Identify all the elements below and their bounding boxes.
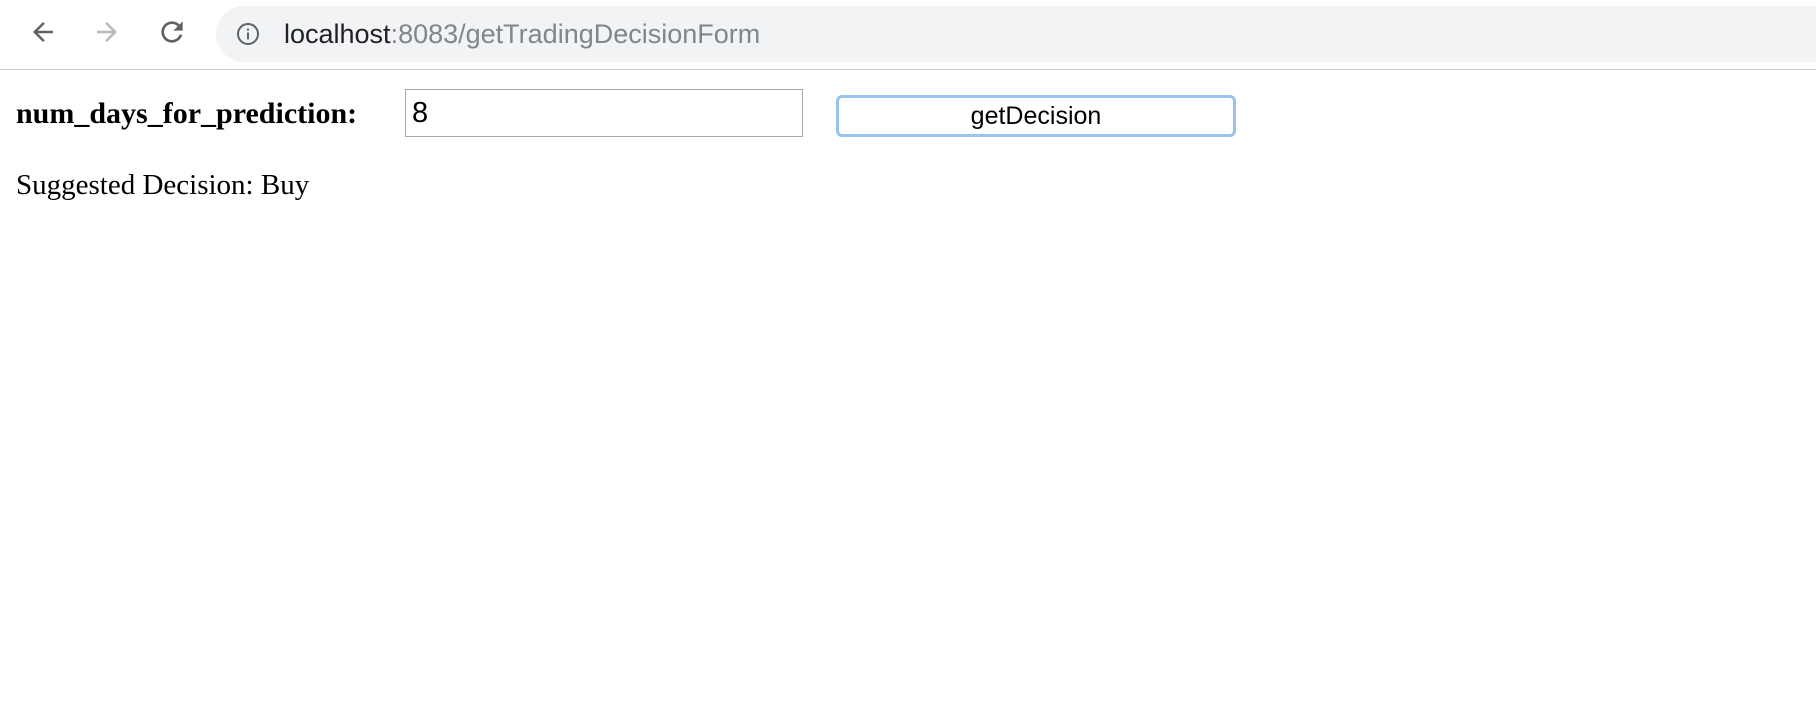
num-days-label: num_days_for_prediction: bbox=[16, 97, 358, 130]
url-path: :8083/getTradingDecisionForm bbox=[390, 19, 761, 49]
reload-icon bbox=[156, 16, 188, 48]
address-bar[interactable]: localhost:8083/getTradingDecisionForm bbox=[216, 6, 1816, 62]
page-content: num_days_for_prediction: getDecision Sug… bbox=[0, 71, 1816, 716]
info-icon[interactable] bbox=[236, 22, 260, 46]
url-host: localhost bbox=[284, 19, 391, 49]
back-button[interactable] bbox=[25, 14, 61, 50]
arrow-right-icon bbox=[92, 17, 122, 47]
reload-button[interactable] bbox=[154, 14, 190, 50]
url-text[interactable]: localhost:8083/getTradingDecisionForm bbox=[284, 6, 760, 62]
browser-toolbar: localhost:8083/getTradingDecisionForm bbox=[0, 0, 1816, 70]
arrow-left-icon bbox=[28, 17, 58, 47]
get-decision-button[interactable]: getDecision bbox=[836, 95, 1236, 137]
suggested-decision-text: Suggested Decision: Buy bbox=[16, 169, 310, 201]
num-days-input[interactable] bbox=[405, 89, 803, 137]
forward-button[interactable] bbox=[89, 14, 125, 50]
